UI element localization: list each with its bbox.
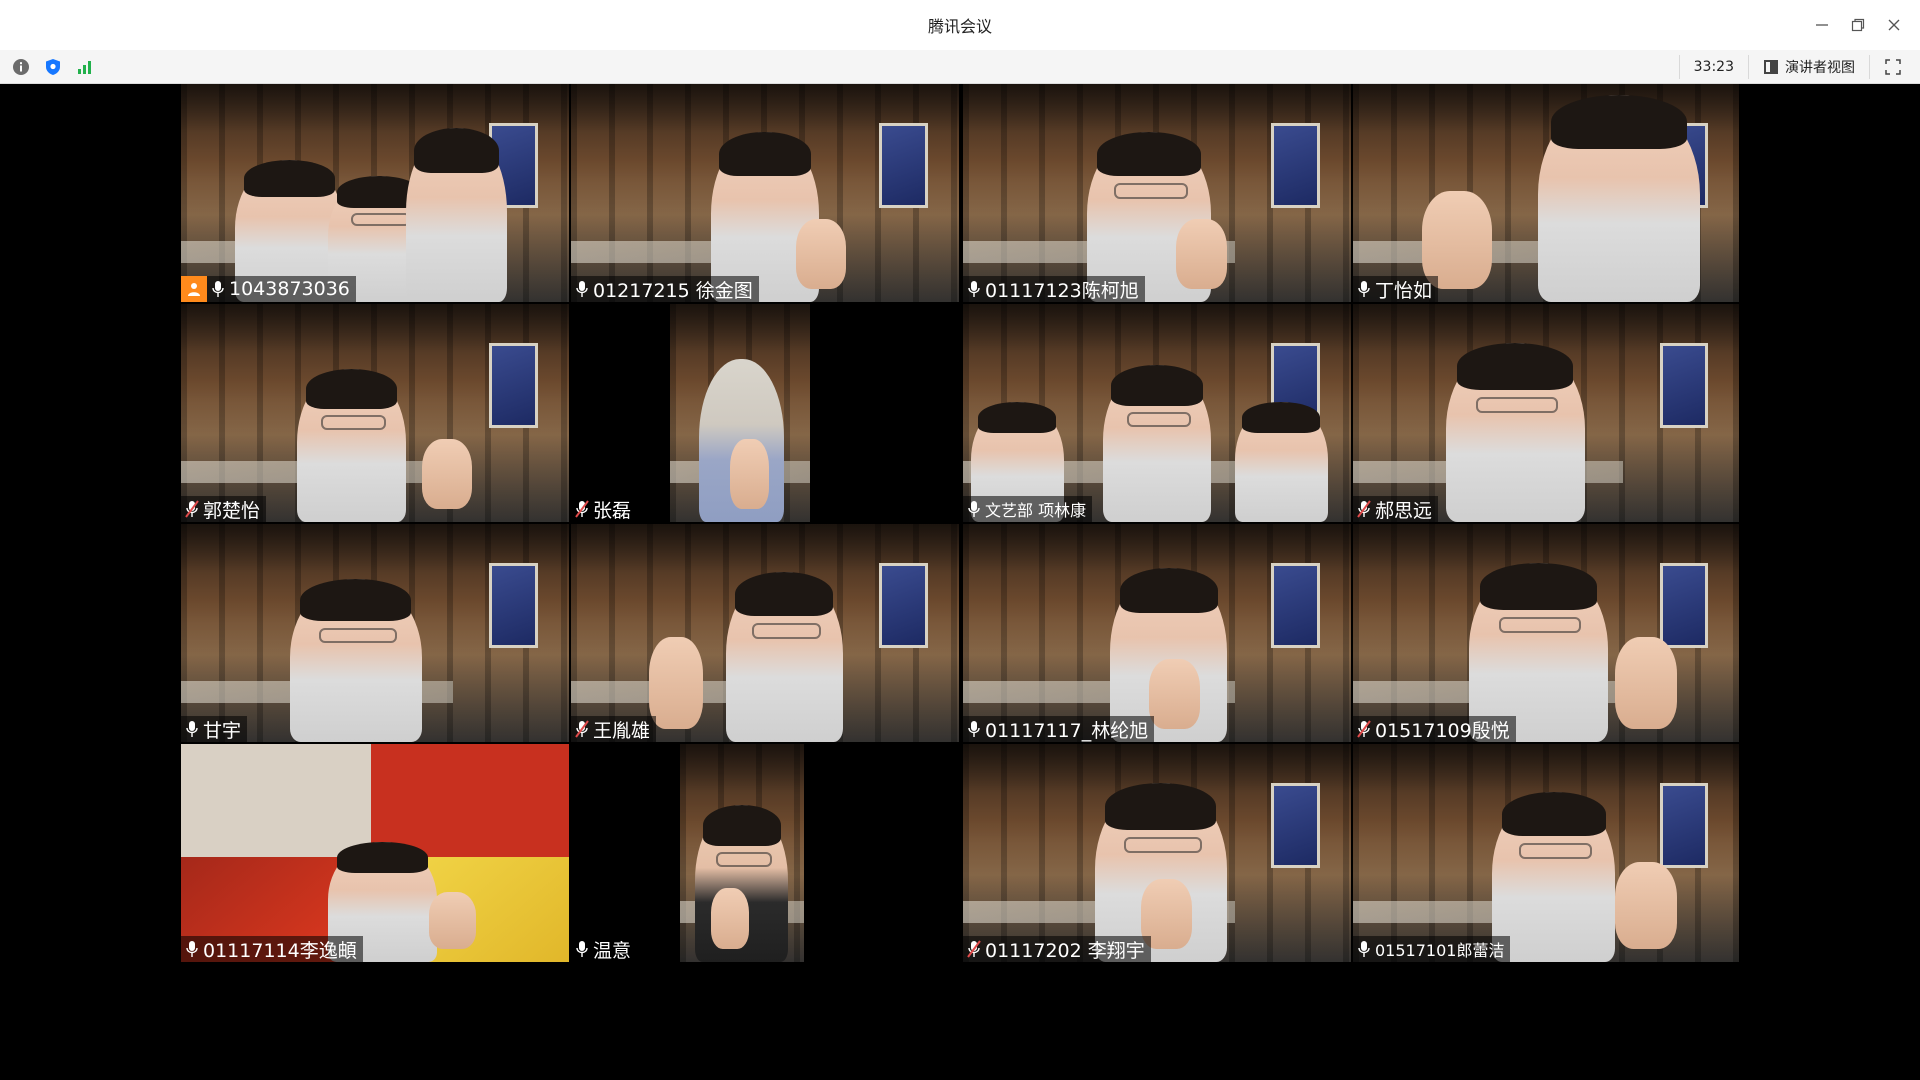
microphone-muted-icon: [967, 940, 981, 958]
participant-video: [406, 127, 507, 302]
participant-tile[interactable]: 01117123陈柯旭: [963, 84, 1351, 302]
participant-tile[interactable]: 01517101郎蕾洁: [1353, 744, 1739, 962]
toolbar-left: [12, 50, 94, 83]
participant-name: 01117114李逸頔: [203, 939, 357, 962]
minimize-icon[interactable]: [1804, 7, 1840, 43]
meeting-timer: 33:23: [1678, 54, 1749, 79]
participant-name: 01117202 李翔宇: [985, 939, 1145, 962]
participant-tile[interactable]: 01117117_林纶旭: [963, 524, 1351, 742]
participant-name: 丁怡如: [1375, 279, 1433, 302]
participant-video: [1538, 94, 1701, 302]
microphone-muted-icon: [575, 720, 589, 738]
participant-nameplate: 王胤雄: [571, 716, 657, 742]
participant-name: 01117117_林纶旭: [985, 719, 1149, 742]
participant-tile[interactable]: 张磊: [571, 304, 959, 522]
close-icon[interactable]: [1876, 7, 1912, 43]
participant-nameplate: 张磊: [571, 496, 638, 522]
participant-name: 郝思远: [1375, 499, 1433, 522]
microphone-icon: [211, 280, 225, 298]
microphone-icon: [967, 720, 981, 738]
participant-name: 01517109殷悦: [1375, 719, 1510, 742]
participant-video: [1491, 791, 1616, 962]
participant-tile[interactable]: 文艺部 项林康: [963, 304, 1351, 522]
participant-nameplate: 01117114李逸頔: [181, 936, 363, 962]
window-controls: [1804, 0, 1912, 50]
microphone-icon: [185, 720, 199, 738]
participant-nameplate: 01117123陈柯旭: [963, 276, 1145, 302]
meeting-toolbar: 33:23 演讲者视图: [0, 50, 1920, 84]
participant-name: 1043873036: [229, 278, 350, 300]
participant-name: 文艺部 项林康: [985, 501, 1087, 520]
participant-tile[interactable]: 01217215 徐金图: [571, 84, 959, 302]
microphone-icon: [575, 940, 589, 958]
host-badge-icon: [181, 276, 207, 302]
participant-nameplate: 甘宇: [181, 716, 248, 742]
restore-icon[interactable]: [1840, 7, 1876, 43]
fullscreen-icon[interactable]: [1878, 55, 1908, 79]
toolbar-right: 33:23 演讲者视图: [1678, 50, 1908, 83]
video-grid: 1043873036 01217215 徐金图 01117123陈柯旭 丁怡如: [0, 84, 1920, 1080]
microphone-muted-icon: [1357, 500, 1371, 518]
info-icon[interactable]: [12, 58, 30, 76]
microphone-icon: [967, 280, 981, 298]
participant-nameplate: 01517101郎蕾洁: [1353, 936, 1511, 962]
participant-tile[interactable]: 01517109殷悦: [1353, 524, 1739, 742]
participant-video: [1445, 343, 1585, 522]
participant-name: 郭楚怡: [203, 499, 261, 522]
participant-nameplate: 01117202 李翔宇: [963, 936, 1151, 962]
window-title: 腾讯会议: [927, 17, 992, 36]
participant-nameplate: 01217215 徐金图: [571, 276, 759, 302]
participant-nameplate: 温意: [571, 936, 638, 962]
participant-video: [1102, 365, 1212, 522]
participant-video: [726, 571, 843, 742]
participant-tile[interactable]: 郝思远: [1353, 304, 1739, 522]
participant-tile[interactable]: 01117114李逸頔: [181, 744, 569, 962]
participant-name: 温意: [593, 939, 632, 962]
microphone-icon: [575, 280, 589, 298]
microphone-muted-icon: [1357, 720, 1371, 738]
participant-nameplate: 文艺部 项林康: [963, 496, 1093, 522]
view-layout-icon: [1764, 59, 1778, 74]
participant-video: [1234, 402, 1328, 522]
participant-tile[interactable]: 01117202 李翔宇: [963, 744, 1351, 962]
network-signal-icon[interactable]: [76, 58, 94, 76]
participant-nameplate: 01517109殷悦: [1353, 716, 1516, 742]
participant-nameplate: 1043873036: [181, 276, 356, 302]
participant-name: 王胤雄: [593, 719, 651, 742]
participant-nameplate: 丁怡如: [1353, 276, 1439, 302]
participant-nameplate: 01117117_林纶旭: [963, 716, 1155, 742]
microphone-icon: [185, 940, 199, 958]
title-bar: 腾讯会议: [0, 0, 1920, 51]
microphone-muted-icon: [575, 500, 589, 518]
shield-icon[interactable]: [44, 58, 62, 76]
participant-name: 01217215 徐金图: [593, 279, 753, 302]
microphone-muted-icon: [185, 500, 199, 518]
participant-tile[interactable]: 温意: [571, 744, 959, 962]
participant-tile[interactable]: 甘宇: [181, 524, 569, 742]
participant-nameplate: 郝思远: [1353, 496, 1439, 522]
microphone-icon: [1357, 280, 1371, 298]
participant-name: 01517101郎蕾洁: [1375, 941, 1505, 960]
participant-tile[interactable]: 丁怡如: [1353, 84, 1739, 302]
participant-tile[interactable]: 郭楚怡: [181, 304, 569, 522]
speaker-view-label: 演讲者视图: [1785, 59, 1855, 76]
participant-video: [297, 369, 407, 522]
participant-nameplate: 郭楚怡: [181, 496, 267, 522]
participant-name: 甘宇: [203, 719, 242, 742]
microphone-icon: [1357, 940, 1371, 958]
participant-name: 张磊: [593, 499, 632, 522]
microphone-icon: [967, 500, 981, 518]
participant-video: [289, 578, 422, 742]
participant-tile[interactable]: 王胤雄: [571, 524, 959, 742]
participant-name: 01117123陈柯旭: [985, 279, 1139, 302]
speaker-view-button[interactable]: 演讲者视图: [1749, 54, 1870, 79]
participant-tile[interactable]: 1043873036: [181, 84, 569, 302]
